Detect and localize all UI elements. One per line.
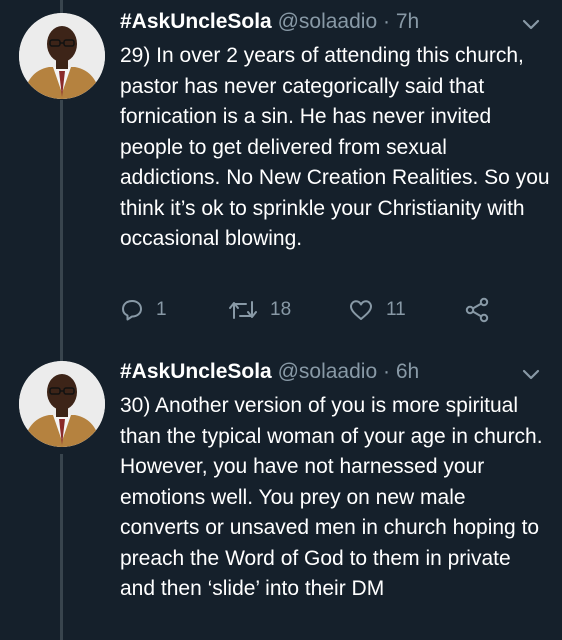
tweet-text: 30) Another version of you is more spiri… bbox=[120, 394, 543, 600]
separator-dot: · bbox=[377, 10, 396, 33]
retweet-icon bbox=[228, 298, 258, 322]
chevron-down-icon[interactable] bbox=[521, 18, 541, 32]
like-button[interactable]: 11 bbox=[348, 295, 406, 325]
like-count: 11 bbox=[386, 299, 406, 320]
retweet-count: 18 bbox=[270, 299, 292, 320]
author-handle[interactable]: @solaadio bbox=[278, 10, 378, 33]
separator-dot: · bbox=[377, 360, 396, 383]
reply-icon bbox=[120, 298, 144, 322]
tweet-header: #AskUncleSola @solaadio · 7h bbox=[120, 5, 419, 39]
avatar[interactable] bbox=[19, 13, 105, 99]
tweet[interactable]: #AskUncleSola @solaadio · 6h 30) Another… bbox=[0, 355, 562, 640]
reply-count: 1 bbox=[156, 299, 167, 320]
like-icon bbox=[348, 298, 374, 322]
tweet-header: #AskUncleSola @solaadio · 6h bbox=[120, 355, 419, 389]
tweet[interactable]: #AskUncleSola @solaadio · 7h 29) In over… bbox=[0, 5, 562, 345]
timestamp[interactable]: 7h bbox=[396, 10, 419, 33]
chevron-down-icon[interactable] bbox=[521, 368, 541, 382]
tweet-text: 29) In over 2 years of attending this ch… bbox=[120, 44, 550, 250]
reply-button[interactable]: 1 bbox=[120, 295, 167, 325]
timestamp[interactable]: 6h bbox=[396, 360, 419, 383]
tweet-actions: 1 18 11 bbox=[120, 295, 520, 325]
avatar[interactable] bbox=[19, 361, 105, 447]
author-name[interactable]: #AskUncleSola bbox=[120, 360, 272, 383]
author-handle[interactable]: @solaadio bbox=[278, 360, 378, 383]
retweet-button[interactable]: 18 bbox=[228, 295, 291, 325]
author-name[interactable]: #AskUncleSola bbox=[120, 10, 272, 33]
share-icon bbox=[464, 297, 490, 323]
share-button[interactable] bbox=[464, 295, 490, 325]
